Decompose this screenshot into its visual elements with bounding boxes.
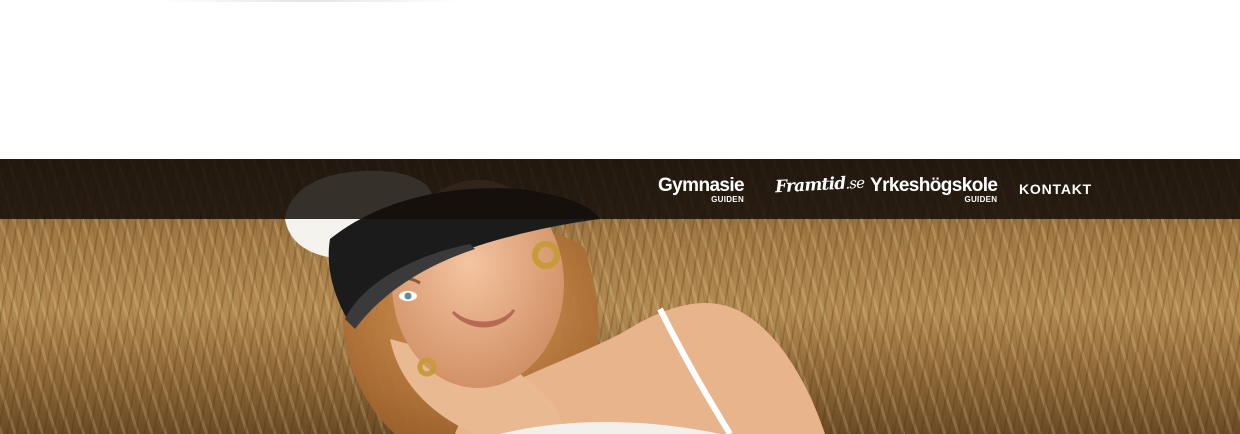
yrkes-logo-subtext: GUIDEN xyxy=(964,195,998,204)
framtid-logo-text: Framtid xyxy=(774,173,846,198)
nav-yrkeshogskoleguiden-logo[interactable]: Yrkeshögskole GUIDEN xyxy=(870,175,998,204)
nav-gymnasieguiden-logo[interactable]: Gymnasie GUIDEN xyxy=(658,175,745,204)
gymnasie-logo-text: Gymnasie xyxy=(658,175,745,196)
brand-logo-link[interactable]: FRAMTIDSUTVECKLING xyxy=(152,21,412,39)
nav-kontakt-link[interactable]: KONTAKT xyxy=(1019,181,1092,197)
gymnasie-logo-subtext: GUIDEN xyxy=(711,195,745,204)
top-divider xyxy=(160,0,460,2)
framtid-logo-tld: .se xyxy=(844,173,865,193)
yrkes-logo-text: Yrkeshögskole xyxy=(870,175,998,196)
